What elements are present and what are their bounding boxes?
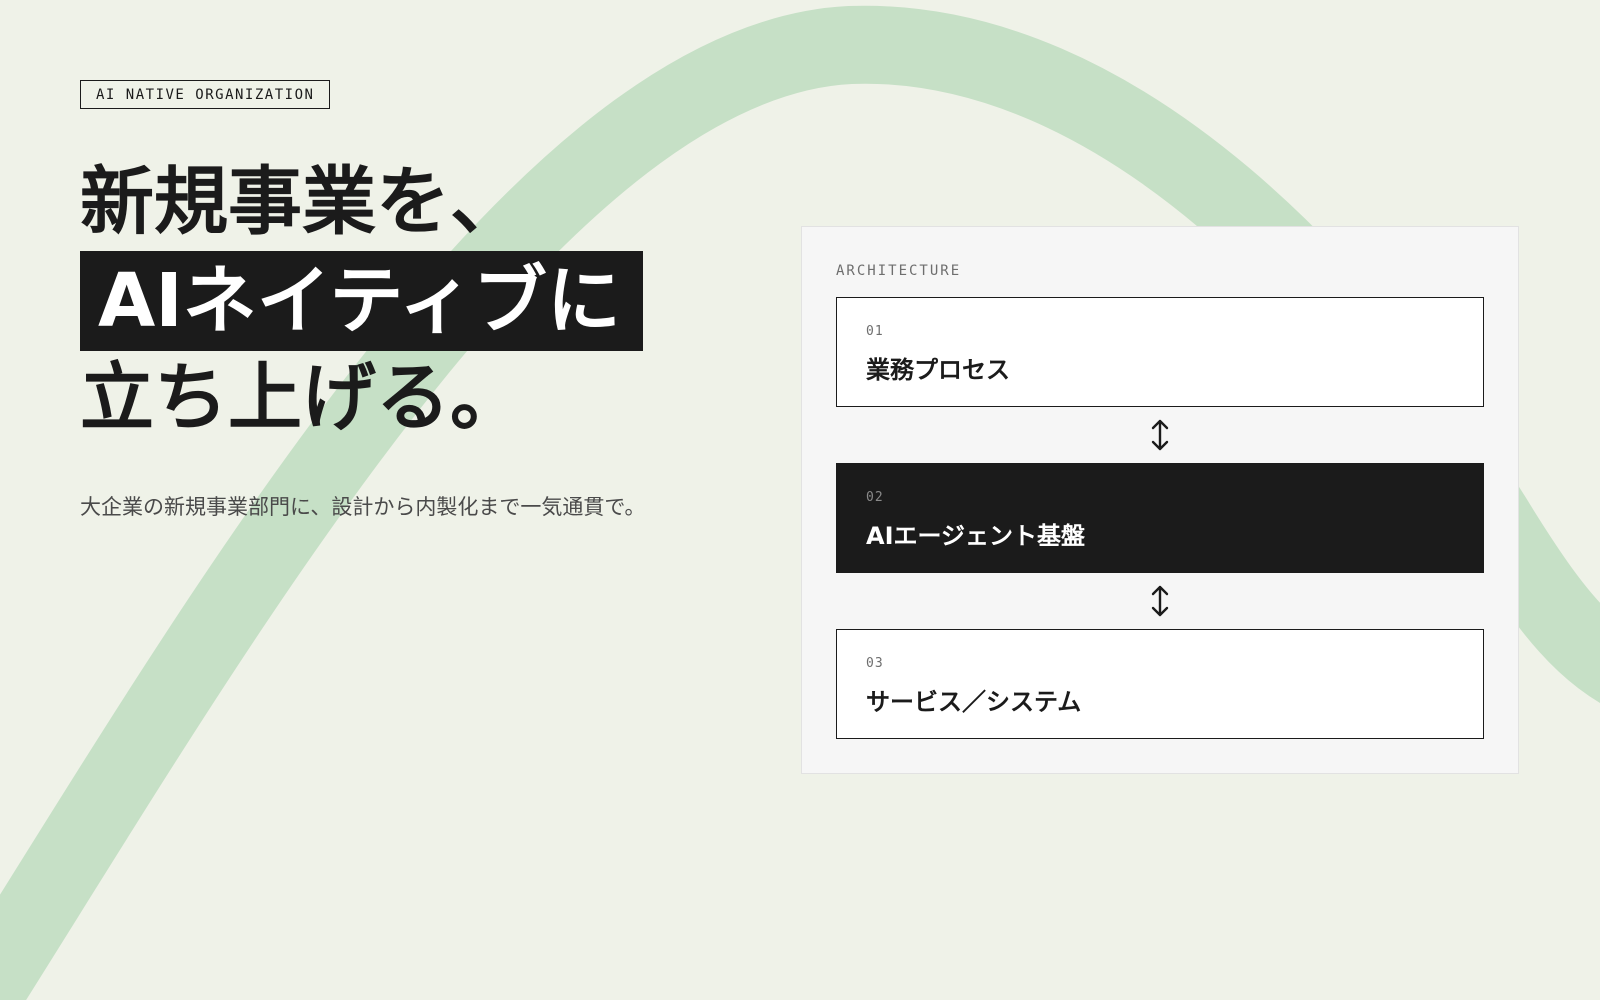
layer-card-service-system: 03 サービス／システム — [836, 629, 1484, 739]
bidirectional-arrow-icon — [802, 417, 1518, 453]
bidirectional-arrow-icon — [802, 583, 1518, 619]
hero-section: AI NATIVE ORGANIZATION 新規事業を、 AIネイティブに 立… — [80, 80, 780, 521]
layer-name: サービス／システム — [866, 688, 1082, 716]
headline-highlight: AIネイティブに — [80, 251, 643, 351]
layer-card-business-process: 01 業務プロセス — [836, 297, 1484, 407]
headline-line-3: 立ち上げる。 — [80, 355, 524, 441]
hero-subtitle: 大企業の新規事業部門に、設計から内製化まで一気通貫で。 — [80, 495, 646, 519]
layer-card-ai-agent-platform: 02 AIエージェント基盤 — [836, 463, 1484, 573]
layer-name: AIエージェント基盤 — [866, 522, 1086, 550]
layer-number: 03 — [866, 656, 884, 671]
category-tag: AI NATIVE ORGANIZATION — [80, 80, 331, 109]
layer-number: 01 — [866, 324, 884, 339]
layer-number: 02 — [866, 490, 884, 505]
architecture-panel: ARCHITECTURE 01 業務プロセス 02 AIエージェント基盤 03 … — [801, 226, 1519, 774]
layer-name: 業務プロセス — [866, 356, 1010, 384]
headline-line-2: AIネイティブに — [80, 251, 780, 351]
architecture-label: ARCHITECTURE — [836, 263, 962, 279]
headline-line-1: 新規事業を、 — [80, 159, 524, 245]
hero-headline: 新規事業を、 AIネイティブに 立ち上げる。 — [80, 153, 780, 447]
